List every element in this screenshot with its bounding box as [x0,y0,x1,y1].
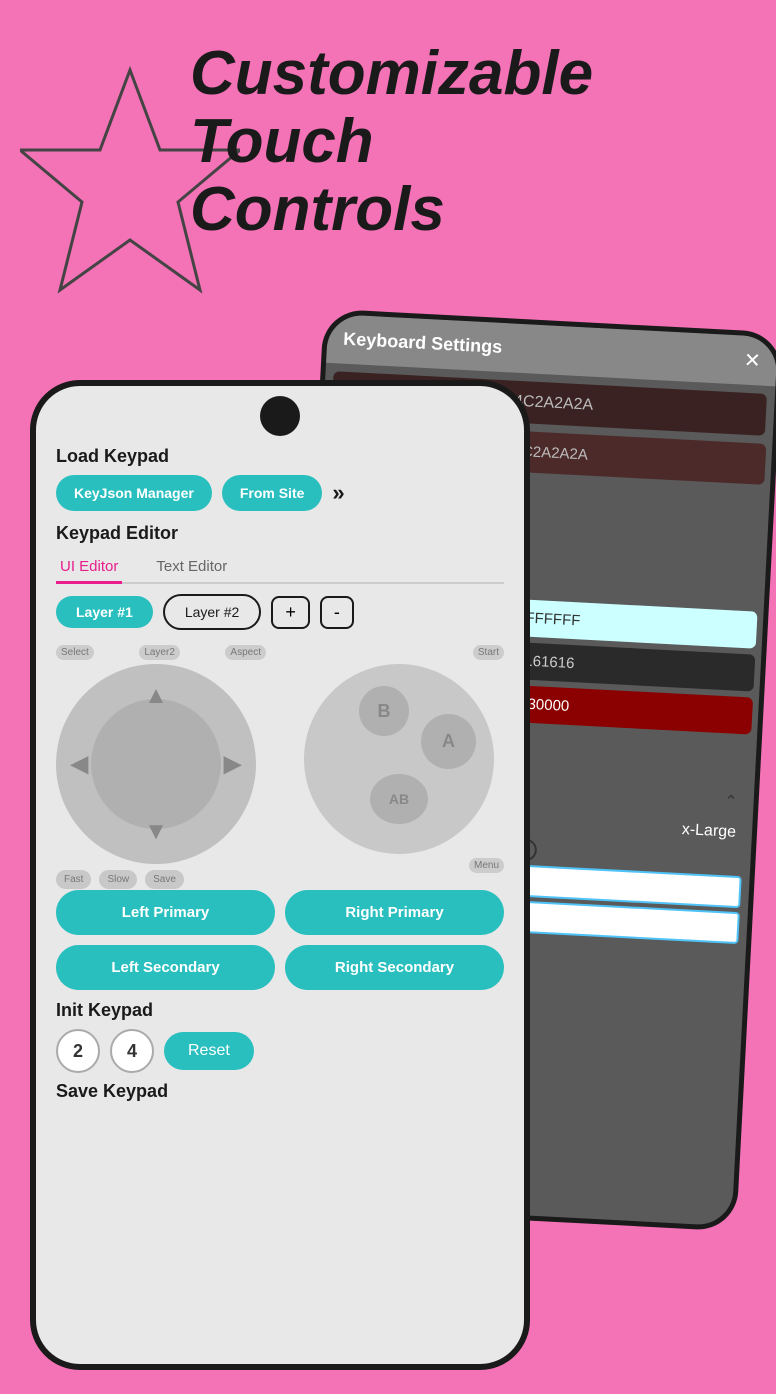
menu-label: Menu [469,858,504,873]
layer2-button[interactable]: Layer #2 [163,594,261,630]
layer1-button[interactable]: Layer #1 [56,596,153,628]
left-primary-button[interactable]: Left Primary [56,890,275,935]
bottom-labels: Fast Slow Save [56,870,266,889]
save-label: Save [145,870,184,889]
ab-button[interactable]: AB [370,774,428,824]
b-button[interactable]: B [359,686,409,736]
color-buttons-row1: Left Primary Right Primary [56,890,504,935]
load-keypad-title: Load Keypad [56,446,504,467]
dpad: ▲ ◀ ▶ ▼ [56,664,256,864]
title-line2: Controls [190,175,445,244]
a-button[interactable]: A [421,714,476,769]
add-layer-button[interactable]: + [271,596,310,629]
dpad-down-icon[interactable]: ▼ [144,818,168,846]
init-keypad-row: 2 4 Reset [56,1029,504,1073]
right-secondary-button[interactable]: Right Secondary [285,945,504,990]
close-icon[interactable]: ✕ [743,348,761,374]
tab-ui-editor[interactable]: UI Editor [56,552,122,584]
chevron-up-icon: ⌃ [724,793,738,811]
save-keypad-section: Save Keypad [56,1081,504,1102]
init-num2[interactable]: 4 [110,1029,154,1073]
start-label: Start [473,645,504,660]
tab-text-editor[interactable]: Text Editor [152,552,231,584]
select-label: Select [56,645,94,660]
front-phone: Load Keypad KeyJson Manager From Site » … [30,380,530,1370]
editor-tabs: UI Editor Text Editor [56,552,504,584]
color-buttons-grid: Left Primary Right Primary Left Secondar… [56,890,504,990]
keypad-editor-title: Keypad Editor [56,523,504,544]
keyjson-manager-button[interactable]: KeyJson Manager [56,475,212,511]
layer-row: Layer #1 Layer #2 + - [56,594,504,630]
dpad-arrows: ▲ ◀ ▶ ▼ [56,664,256,864]
slow-label: Slow [99,870,137,889]
dpad-left-icon[interactable]: ◀ [70,750,88,779]
controller-area: Select Layer2 Aspect ▲ ◀ ▶ ▼ Fa [56,640,504,880]
init-keypad-title: Init Keypad [56,1000,504,1021]
title-line1: Customizable Touch [190,39,593,176]
color-buttons-row2: Left Secondary Right Secondary [56,945,504,990]
keypad-editor-section: Keypad Editor UI Editor Text Editor Laye… [56,523,504,630]
layer2-label: Layer2 [139,645,180,660]
init-num1[interactable]: 2 [56,1029,100,1073]
dpad-right-icon[interactable]: ▶ [224,750,242,779]
aspect-label: Aspect [225,645,266,660]
page-title: Customizable Touch Controls [30,40,746,245]
remove-layer-button[interactable]: - [320,596,354,629]
save-keypad-title: Save Keypad [56,1081,504,1102]
reset-button[interactable]: Reset [164,1032,254,1070]
load-keypad-row: KeyJson Manager From Site » [56,475,504,511]
right-primary-button[interactable]: Right Primary [285,890,504,935]
keyboard-settings-title: Keyboard Settings [343,329,503,358]
dpad-up-icon[interactable]: ▲ [144,682,168,710]
buttons-cluster: B A AB [304,664,494,854]
phone-notch [260,396,300,436]
more-arrow-button[interactable]: » [332,480,344,506]
left-secondary-button[interactable]: Left Secondary [56,945,275,990]
from-site-button[interactable]: From Site [222,475,323,511]
fast-label: Fast [56,870,91,889]
